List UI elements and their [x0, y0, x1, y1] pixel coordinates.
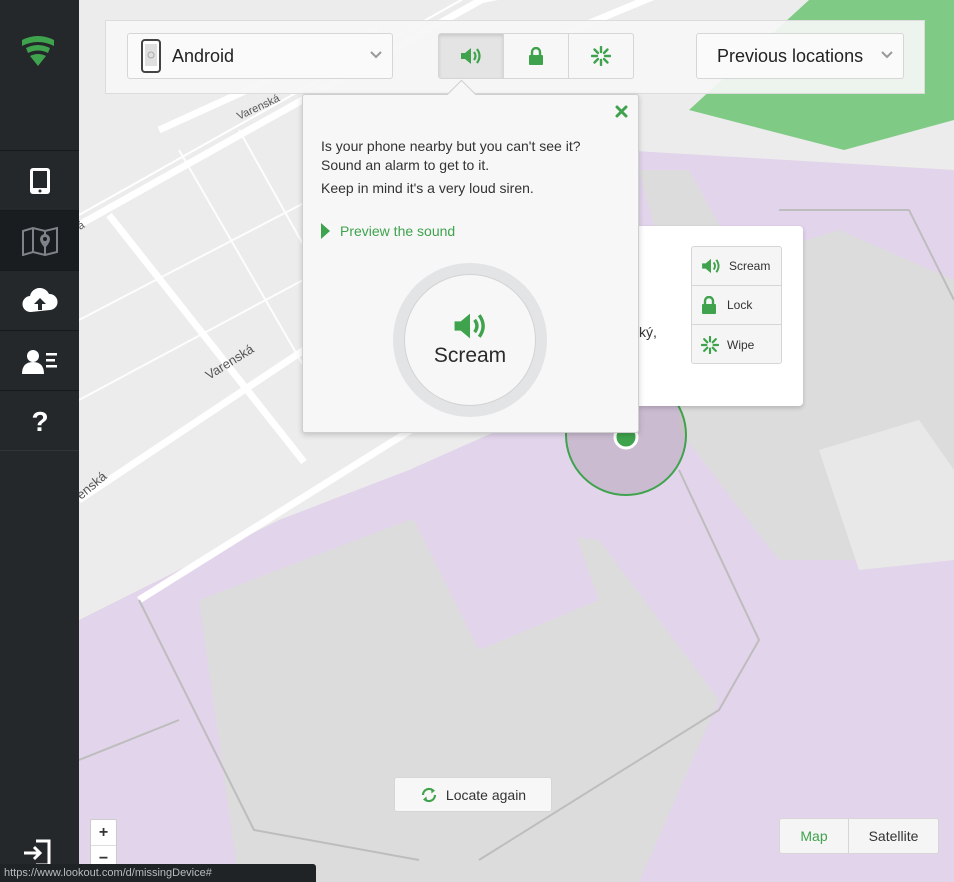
card-scream-label: Scream	[729, 259, 771, 273]
sidebar: ?	[0, 0, 79, 882]
satellite-tab[interactable]: Satellite	[849, 819, 938, 853]
card-action-list: Scream Lock Wipe	[691, 246, 782, 364]
speaker-icon	[454, 313, 485, 339]
previous-locations-label: Previous locations	[717, 45, 864, 66]
svg-text:?: ?	[31, 407, 48, 435]
scream-popover: Is your phone nearby but you can't see i…	[302, 79, 639, 433]
nav-help[interactable]: ?	[0, 390, 79, 451]
locate-again-button[interactable]: Locate again	[394, 777, 552, 812]
device-name: Android	[172, 45, 235, 66]
browser-status-bar: https://www.lookout.com/d/missingDevice#	[0, 864, 316, 882]
preview-sound-label: Preview the sound	[340, 223, 456, 239]
preview-sound-link[interactable]: Preview the sound	[321, 223, 455, 239]
wipe-spinner-icon	[591, 46, 611, 66]
cloud-upload-icon	[22, 287, 57, 312]
card-wipe-label: Wipe	[727, 337, 755, 352]
wipe-action-button[interactable]	[569, 34, 633, 78]
wipe-spinner-icon	[701, 335, 719, 354]
lock-icon	[529, 47, 543, 65]
refresh-icon	[421, 787, 437, 802]
scream-button-ring: Scream	[393, 263, 547, 417]
play-icon	[321, 223, 330, 239]
device-action-group	[438, 33, 634, 79]
speaker-icon	[461, 48, 481, 64]
popover-line-1: Is your phone nearby but you can't see i…	[321, 138, 581, 173]
card-lock-button[interactable]: Lock	[692, 286, 781, 325]
map-type-toggle: Map Satellite	[779, 818, 939, 854]
popover-description: Is your phone nearby but you can't see i…	[321, 137, 621, 202]
scream-button[interactable]: Scream	[404, 274, 536, 406]
device-info-card: zský, Scream Lock Wipe	[625, 226, 803, 406]
speaker-icon	[702, 258, 720, 274]
phone-icon	[141, 39, 161, 73]
scream-button-label: Scream	[433, 344, 507, 367]
user-card-icon	[21, 349, 57, 374]
device-select[interactable]: Android	[127, 33, 393, 79]
top-toolbar: Android Previous locations	[105, 20, 925, 94]
help-icon: ?	[31, 407, 48, 435]
locate-again-label: Locate again	[445, 786, 527, 803]
previous-locations-select[interactable]: Previous locations	[696, 33, 904, 79]
map-tab[interactable]: Map	[780, 819, 849, 853]
tablet-icon	[29, 167, 50, 194]
close-icon[interactable]	[615, 105, 628, 118]
lookout-shield-logo[interactable]	[18, 34, 58, 70]
lock-action-button[interactable]	[504, 34, 569, 78]
scream-action-button[interactable]	[439, 34, 504, 78]
nav-locate[interactable]	[0, 210, 79, 271]
nav-devices[interactable]	[0, 150, 79, 211]
nav-account[interactable]	[0, 330, 79, 391]
map-pin-icon	[21, 226, 58, 256]
popover-line-2: Keep in mind it's a very loud siren.	[321, 180, 534, 196]
chevron-down-icon	[370, 51, 382, 59]
chevron-down-icon	[881, 51, 893, 59]
lock-icon	[702, 296, 716, 314]
card-lock-label: Lock	[727, 298, 753, 312]
nav-backup[interactable]	[0, 270, 79, 331]
card-wipe-button[interactable]: Wipe	[692, 325, 781, 364]
zoom-in-button[interactable]: +	[91, 820, 116, 846]
card-scream-button[interactable]: Scream	[692, 247, 781, 286]
